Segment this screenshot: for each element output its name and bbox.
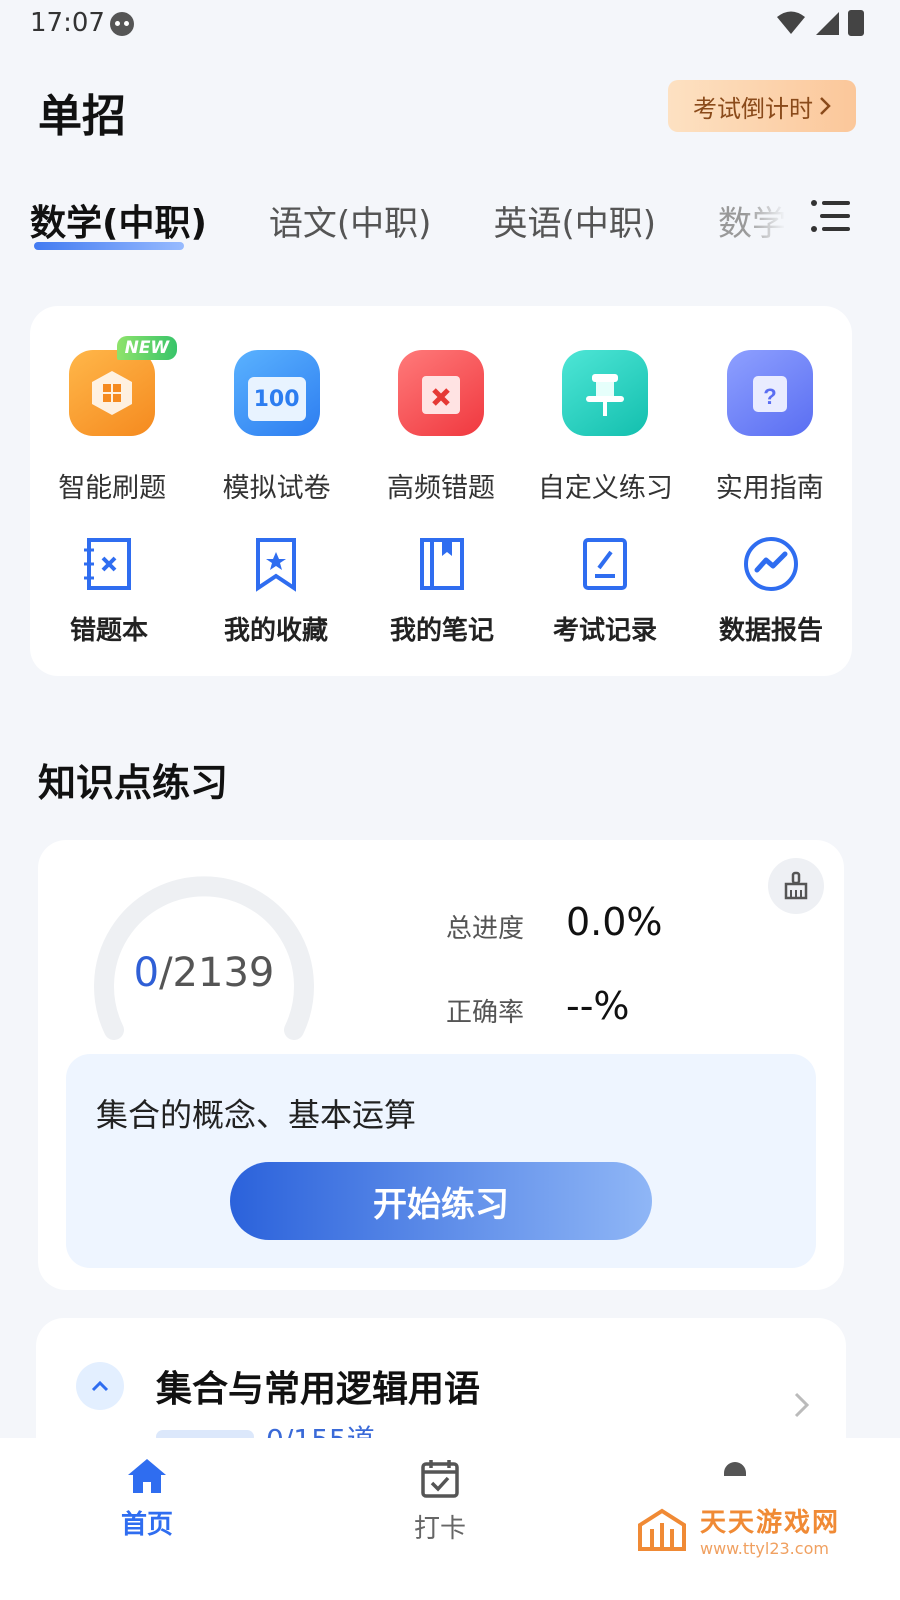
mock-exam-glyph: 100	[247, 377, 306, 421]
accuracy-label: 正确率	[446, 998, 525, 1028]
topic-name: 集合的概念、基本运算	[96, 1096, 417, 1134]
tool-mock-exam[interactable]: 100 模拟试卷	[194, 350, 358, 505]
status-icons	[776, 10, 864, 36]
tool-data-report[interactable]: 数据报告	[690, 534, 852, 647]
broom-icon	[784, 871, 808, 900]
status-time: 17:07	[30, 8, 105, 38]
tool-notes[interactable]: 我的笔记	[364, 534, 520, 647]
tab-math[interactable]: 数学(中职)	[30, 194, 207, 250]
home-icon	[128, 1459, 166, 1493]
countdown-label: 考试倒计时	[693, 94, 813, 123]
exam-countdown-button[interactable]: 考试倒计时	[668, 80, 856, 132]
calendar-check-icon	[421, 1460, 459, 1498]
watermark-name: 天天游戏网	[699, 1508, 840, 1538]
total-count: /2139	[159, 950, 275, 996]
page-title: 单招	[38, 91, 126, 142]
nav-home[interactable]: 首页	[87, 1456, 207, 1541]
bookmark-icon	[256, 538, 296, 592]
frequent-mistakes-icon	[397, 350, 484, 436]
section-title: 知识点练习	[38, 761, 229, 805]
tab-chinese[interactable]: 语文(中职)	[269, 196, 432, 245]
tool-smart-practice[interactable]: NEW 智能刷题	[30, 336, 194, 505]
exam-record-icon	[583, 538, 627, 590]
tool-frequent-mistakes[interactable]: 高频错题	[359, 350, 523, 505]
done-count: 0	[133, 950, 160, 996]
clear-progress-button[interactable]	[768, 858, 824, 914]
chevron-right-icon	[794, 1392, 810, 1418]
tool-label: 考试记录	[552, 616, 657, 646]
bottom-nav: 首页 打卡 天天游戏网 www.ttyl23.com	[0, 1438, 900, 1600]
progress-value: 0.0%	[566, 900, 663, 944]
tool-label: 智能刷题	[58, 473, 167, 504]
data-report-icon	[744, 537, 798, 591]
tools-card: NEW 智能刷题 100 模拟试卷 高频错题 自定义练习 ? 实用指南 错题本 …	[30, 306, 852, 676]
tool-custom-practice[interactable]: 自定义练习	[523, 350, 687, 505]
tool-label: 数据报告	[718, 616, 823, 646]
nav-label: 打卡	[413, 1514, 466, 1544]
chevron-up-icon	[91, 1380, 109, 1392]
guide-icon: ?	[726, 350, 813, 436]
watermark: 天天游戏网 www.ttyl23.com	[634, 1502, 840, 1558]
tab-menu-icon[interactable]	[810, 198, 852, 234]
tool-label: 高频错题	[386, 473, 495, 504]
new-badge: NEW	[116, 336, 178, 360]
watermark-logo-icon	[637, 1508, 686, 1551]
nav-checkin[interactable]: 打卡	[380, 1456, 500, 1545]
signal-icon	[816, 12, 839, 35]
smart-practice-icon: NEW	[69, 336, 178, 436]
tab-math-2[interactable]: 数学	[718, 196, 786, 245]
start-practice-button[interactable]: 开始练习	[230, 1162, 652, 1240]
battery-icon	[848, 10, 864, 36]
custom-practice-icon	[562, 350, 649, 436]
tool-label: 我的收藏	[223, 616, 328, 646]
tool-favorites[interactable]: 我的收藏	[188, 534, 364, 647]
tool-label: 自定义练习	[537, 473, 673, 504]
svg-text:?: ?	[763, 384, 776, 409]
tool-mistake-book[interactable]: 错题本	[30, 534, 188, 647]
notification-icon	[110, 12, 134, 36]
tool-label: 我的笔记	[389, 616, 494, 646]
notes-icon	[420, 538, 464, 590]
tool-label: 模拟试卷	[222, 473, 331, 504]
current-topic-box: 集合的概念、基本运算 开始练习	[66, 1054, 816, 1268]
collapse-button[interactable]	[76, 1362, 124, 1410]
progress-label: 总进度	[446, 914, 525, 944]
tab-english[interactable]: 英语(中职)	[493, 196, 656, 245]
chevron-right-icon	[820, 97, 831, 115]
chapter-title: 集合与常用逻辑用语	[156, 1369, 481, 1410]
subject-tabs: 数学(中职) 语文(中职) 英语(中职) 数学	[30, 190, 860, 250]
gauge-count: 0/2139	[114, 950, 294, 996]
tool-exam-record[interactable]: 考试记录	[520, 534, 690, 647]
tool-label: 错题本	[69, 616, 148, 646]
wifi-icon	[777, 11, 805, 34]
tool-label: 实用指南	[715, 473, 824, 504]
nav-label: 首页	[120, 1510, 173, 1540]
mistake-book-icon	[84, 538, 131, 590]
watermark-url: www.ttyl23.com	[699, 1539, 829, 1558]
mock-exam-icon: 100	[233, 350, 320, 436]
accuracy-value: --%	[566, 984, 630, 1028]
progress-card: 0/2139 总进度 0.0% 正确率 --% 集合的概念、基本运算 开始练习	[38, 840, 844, 1290]
tool-guide[interactable]: ? 实用指南	[688, 350, 852, 505]
profile-icon[interactable]	[724, 1462, 746, 1476]
